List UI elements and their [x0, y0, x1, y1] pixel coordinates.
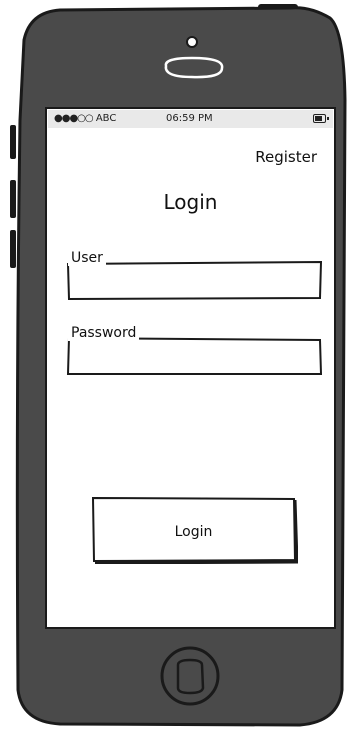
- volume-down-button: [10, 230, 16, 268]
- home-button[interactable]: [160, 646, 220, 706]
- carrier-name: ABC: [95, 113, 117, 124]
- carrier-indicator: ●●●○○ ABC: [54, 112, 116, 126]
- status-time: 06:59 PM: [166, 113, 213, 124]
- battery-icon: [313, 114, 329, 123]
- password-input[interactable]: [69, 339, 318, 371]
- volume-up-button: [10, 180, 16, 218]
- phone-screen: ●●●○○ ABC 06:59 PM Register Login User P…: [48, 110, 333, 626]
- speaker-grille-icon: [164, 56, 224, 79]
- login-button-label: Login: [174, 524, 213, 540]
- status-bar: ●●●○○ ABC 06:59 PM: [48, 110, 333, 128]
- side-button-left: [10, 125, 16, 159]
- register-link[interactable]: Register: [255, 148, 317, 166]
- page-title: Login: [163, 190, 218, 214]
- password-label: Password: [68, 325, 140, 341]
- user-input[interactable]: [69, 263, 318, 295]
- signal-strength-icon: ●●●○○: [54, 113, 94, 124]
- camera-icon: [186, 36, 198, 48]
- user-label: User: [68, 250, 106, 266]
- login-button[interactable]: Login: [91, 496, 298, 564]
